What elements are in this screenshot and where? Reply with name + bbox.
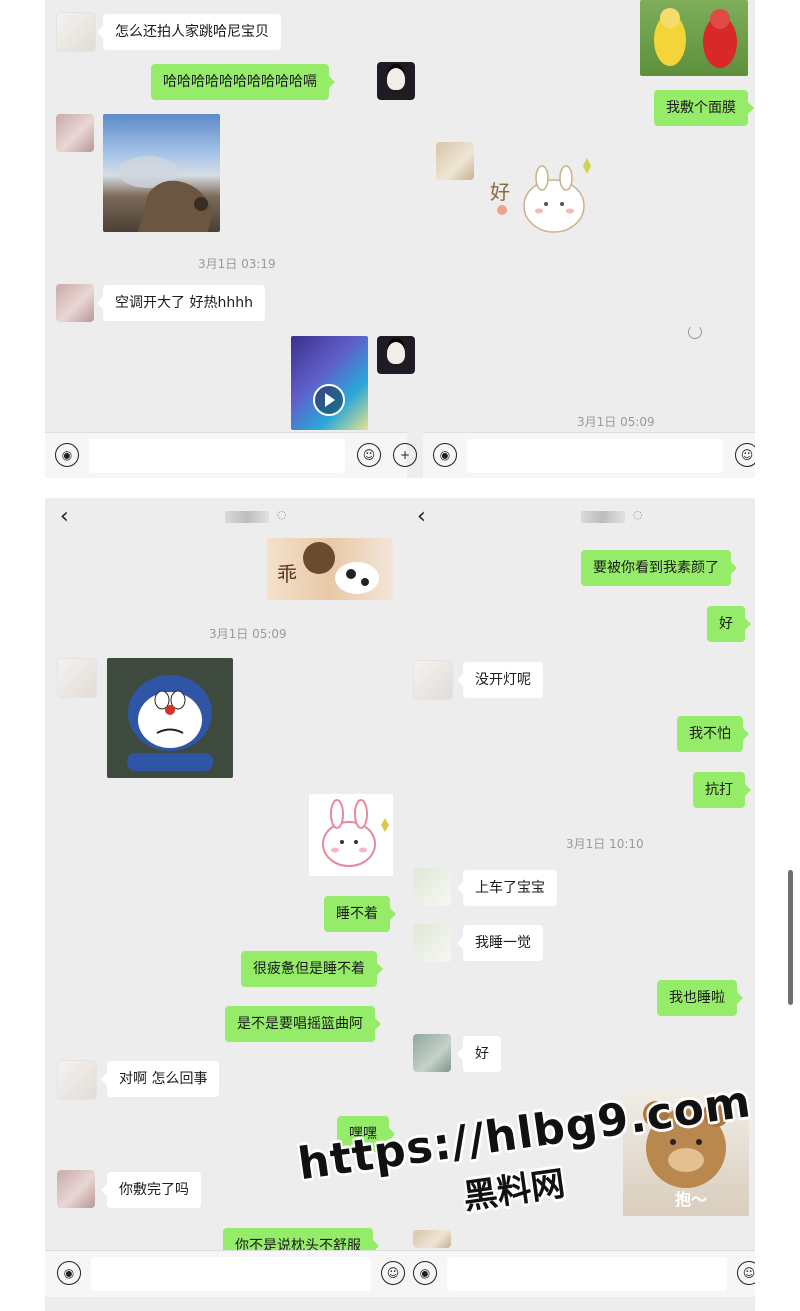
sticker-message[interactable]: 好 <box>482 148 602 243</box>
emoji-icon[interactable]: ☺ <box>357 443 381 467</box>
voice-icon[interactable]: ◉ <box>57 1261 81 1285</box>
contact-avatar[interactable] <box>413 1230 451 1248</box>
message-bubble-outgoing: 很疲惫但是睡不着 <box>241 951 383 987</box>
message-bubble-outgoing: 要被你看到我素颜了 <box>581 550 737 586</box>
message-bubble-incoming: 空调开大了 好热hhhh <box>97 285 265 321</box>
sticker-caption: 乖 <box>277 562 297 586</box>
video-message[interactable] <box>291 336 368 430</box>
chevron-left-icon[interactable]: ‹ <box>417 504 426 529</box>
message-input-bar: ◉ ☺ <box>423 432 755 478</box>
timestamp: 3月1日 05:09 <box>209 627 287 641</box>
message-bubble-outgoing: 好 <box>707 606 751 642</box>
contact-avatar[interactable] <box>56 284 94 322</box>
play-icon[interactable] <box>313 384 345 416</box>
message-input[interactable] <box>91 1257 371 1291</box>
image-message[interactable] <box>640 0 748 76</box>
message-input-bar: ◉ ☺ <box>407 1250 755 1297</box>
voice-icon[interactable]: ◉ <box>433 443 457 467</box>
contact-avatar[interactable] <box>56 114 94 152</box>
message-bubble-incoming: 你敷完了吗 <box>101 1172 201 1208</box>
contact-avatar[interactable] <box>57 1060 97 1100</box>
doraemon-sticker-icon <box>127 675 213 771</box>
contact-avatar[interactable] <box>436 142 474 180</box>
teletubbies-image-icon <box>654 8 737 68</box>
contact-name-blurred <box>581 511 625 523</box>
message-bubble-outgoing: 睡不着 <box>324 896 396 932</box>
photo-message[interactable] <box>103 114 220 232</box>
chat-header: ‹ ◌ <box>45 498 407 536</box>
plus-icon[interactable]: + <box>393 443 417 467</box>
contact-avatar[interactable] <box>413 924 451 962</box>
chat-header: ‹ ◌ <box>407 498 755 536</box>
message-bubble-incoming: 没开灯呢 <box>457 662 543 698</box>
bell-mute-icon: ◌ <box>277 508 287 521</box>
sticker-message[interactable] <box>309 794 393 876</box>
message-input[interactable] <box>89 439 345 473</box>
message-bubble-outgoing: 我不怕 <box>677 716 749 752</box>
message-bubble-incoming: 对啊 怎么回事 <box>100 1061 220 1097</box>
voice-icon[interactable]: ◉ <box>413 1261 437 1285</box>
message-bubble-outgoing: 我也睡啦 <box>657 980 743 1016</box>
message-bubble-outgoing: 哈哈哈哈哈哈哈哈哈哈嗝 <box>151 64 335 100</box>
emoji-icon[interactable]: ☺ <box>381 1261 405 1285</box>
voice-icon[interactable]: ◉ <box>55 443 79 467</box>
sticker-message[interactable]: 乖 <box>267 538 393 600</box>
contact-avatar[interactable] <box>413 660 453 700</box>
message-input[interactable] <box>467 439 723 473</box>
camel-photo-icon <box>118 156 213 232</box>
loading-spinner-icon <box>688 325 702 339</box>
my-avatar[interactable] <box>377 62 415 100</box>
message-bubble-incoming: 好 <box>457 1036 501 1072</box>
timestamp: 3月1日 05:09 <box>577 415 655 429</box>
message-input[interactable] <box>447 1257 727 1291</box>
message-bubble-outgoing: 抗打 <box>693 772 751 808</box>
message-bubble-outgoing: 是不是要唱摇篮曲阿 <box>225 1006 381 1042</box>
bell-mute-icon: ◌ <box>633 508 643 521</box>
emoji-icon[interactable]: ☺ <box>737 1261 755 1285</box>
message-input-bar: ◉ ☺ <box>45 1250 407 1297</box>
bunny-sticker-icon <box>322 799 389 867</box>
contact-avatar[interactable] <box>413 868 451 906</box>
top-chat-panel: 怎么还拍人家跳哈尼宝贝 哈哈哈哈哈哈哈哈哈哈嗝 3月1日 03:19 空调开大了… <box>45 0 755 478</box>
sticker-caption: 抱～ <box>675 1190 708 1209</box>
sticker-message[interactable] <box>107 658 233 778</box>
timestamp: 3月1日 03:19 <box>198 257 276 271</box>
chevron-left-icon[interactable]: ‹ <box>60 504 69 529</box>
contact-avatar[interactable] <box>413 1034 451 1072</box>
message-bubble-incoming: 上车了宝宝 <box>457 870 557 906</box>
message-bubble-incoming: 我睡一觉 <box>457 925 543 961</box>
contact-avatar[interactable] <box>57 1170 95 1208</box>
contact-avatar[interactable] <box>56 12 96 52</box>
message-bubble-outgoing: 我敷个面膜 <box>654 90 754 126</box>
screenshot-divider <box>45 482 755 496</box>
message-bubble-incoming: 怎么还拍人家跳哈尼宝贝 <box>97 14 281 50</box>
scrollbar[interactable] <box>788 870 793 1005</box>
contact-avatar[interactable] <box>57 658 97 698</box>
message-input-bar: ◉ ☺ + <box>45 432 417 478</box>
sticker-caption: 好 <box>490 180 510 204</box>
timestamp: 3月1日 10:10 <box>566 837 644 851</box>
contact-name-blurred <box>225 511 269 523</box>
emoji-icon[interactable]: ☺ <box>735 443 755 467</box>
my-avatar[interactable] <box>377 336 415 374</box>
